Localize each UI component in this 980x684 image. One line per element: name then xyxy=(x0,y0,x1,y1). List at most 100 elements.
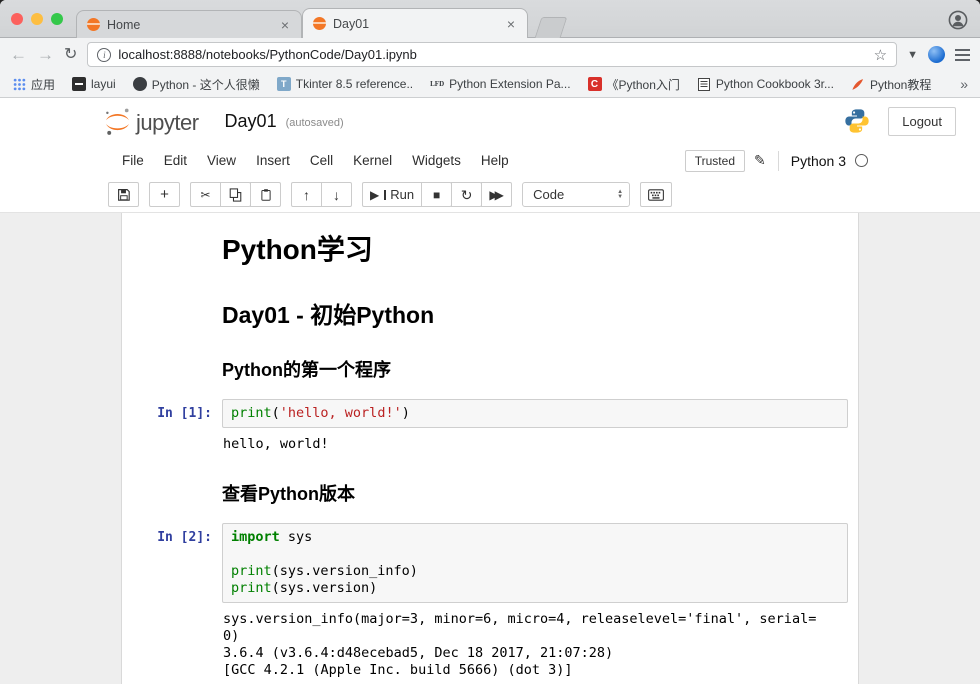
forward-icon[interactable]: → xyxy=(37,46,54,63)
bookmark-python-tutorial[interactable]: Python教程 xyxy=(851,76,931,93)
run-label: Run xyxy=(390,187,414,202)
minimize-window-button[interactable] xyxy=(31,13,43,25)
bookmark-layui[interactable]: layui xyxy=(72,77,116,91)
code-cell-2[interactable]: In [2]: import sys print(sys.version_inf… xyxy=(126,517,854,684)
menu-widgets[interactable]: Widgets xyxy=(402,153,471,168)
cell-type-select[interactable]: Code ▲▼ xyxy=(522,182,630,207)
code-line: print('hello, world!') xyxy=(231,405,839,422)
menu-edit[interactable]: Edit xyxy=(154,153,197,168)
code-token: print xyxy=(231,563,272,579)
tk-favicon-icon: T xyxy=(277,77,291,91)
code-token: print xyxy=(231,580,272,596)
menu-help[interactable]: Help xyxy=(471,153,519,168)
add-cell-button[interactable]: + xyxy=(149,182,180,207)
move-cell-up-button[interactable]: ↑ xyxy=(291,182,322,207)
autosave-status: (autosaved) xyxy=(286,113,344,129)
zoom-window-button[interactable] xyxy=(51,13,63,25)
edit-title-pencil-icon[interactable]: ✎ xyxy=(754,152,766,169)
code-cell-1[interactable]: In [1]: print('hello, world!') hello, wo… xyxy=(126,393,854,465)
menu-insert[interactable]: Insert xyxy=(246,153,300,168)
tab-close-icon[interactable]: × xyxy=(279,18,291,32)
browser-menu-icon[interactable] xyxy=(955,47,970,63)
code-token: import xyxy=(231,529,280,545)
logout-button[interactable]: Logout xyxy=(888,107,956,136)
code-token: sys xyxy=(280,529,313,545)
notebook-container: Python学习 Day01 - 初始Python Python的第一个程序 I… xyxy=(121,213,859,684)
interrupt-kernel-button[interactable]: ■ xyxy=(421,182,452,207)
bookmark-python-extension[interactable]: LFD Python Extension Pa... xyxy=(430,77,570,91)
tab-label: Home xyxy=(107,18,272,32)
code-line xyxy=(231,546,839,563)
new-tab-button[interactable] xyxy=(535,17,568,38)
downloads-arrow-icon[interactable]: ▼ xyxy=(907,49,918,61)
heading-first-program: Python的第一个程序 xyxy=(222,359,848,381)
bookmark-label: 应用 xyxy=(31,76,55,93)
move-cell-down-button[interactable]: ↓ xyxy=(321,182,352,207)
menu-kernel[interactable]: Kernel xyxy=(343,153,402,168)
code-token: (sys.version) xyxy=(272,580,378,596)
heading-python-study: Python学习 xyxy=(222,233,848,267)
page-info-icon[interactable]: i xyxy=(97,48,111,62)
back-icon[interactable]: ← xyxy=(10,46,27,63)
cell-prompt xyxy=(132,225,222,277)
notebook-scroll-area[interactable]: Python学习 Day01 - 初始Python Python的第一个程序 I… xyxy=(0,213,980,684)
python-logo-icon xyxy=(844,108,870,134)
bookmarks-overflow-icon[interactable]: » xyxy=(960,76,968,92)
bird-favicon-icon xyxy=(133,77,147,91)
plus-icon: + xyxy=(160,187,169,202)
trusted-badge[interactable]: Trusted xyxy=(685,150,745,172)
code-line: print(sys.version) xyxy=(231,580,839,597)
jupyter-logo[interactable]: jupyter xyxy=(104,107,199,136)
save-button[interactable] xyxy=(108,182,139,207)
restart-kernel-button[interactable]: ↻ xyxy=(451,182,482,207)
tab-home[interactable]: Home × xyxy=(76,10,302,38)
input-prompt: In [1]: xyxy=(132,399,222,459)
tab-day01[interactable]: Day01 × xyxy=(302,8,528,38)
reload-icon[interactable]: ↻ xyxy=(64,47,77,63)
copy-icon xyxy=(229,188,242,202)
command-palette-button[interactable] xyxy=(640,182,672,207)
bookmark-apps[interactable]: 应用 xyxy=(12,76,55,93)
heading-check-version: 查看Python版本 xyxy=(222,483,848,505)
bookmark-tkinter[interactable]: T Tkinter 8.5 reference.. xyxy=(277,77,413,91)
run-button[interactable]: ▶ Run xyxy=(362,182,422,207)
apps-grid-icon xyxy=(12,77,26,91)
heading-day01: Day01 - 初始Python xyxy=(222,301,848,329)
bookmark-cookbook[interactable]: Python Cookbook 3r... xyxy=(697,77,834,91)
quill-favicon-icon xyxy=(851,77,865,91)
menu-file[interactable]: File xyxy=(112,153,154,168)
cut-cell-button[interactable]: ✂ xyxy=(190,182,221,207)
run-icon: ▶ xyxy=(370,189,379,201)
markdown-cell-h2[interactable]: Day01 - 初始Python xyxy=(126,283,854,341)
arrow-down-icon: ↓ xyxy=(333,188,340,202)
lfd-favicon-icon: LFD xyxy=(430,77,444,91)
notebook-title[interactable]: Day01 xyxy=(225,111,277,132)
copy-cell-button[interactable] xyxy=(220,182,251,207)
restart-run-all-button[interactable]: ▶▶ xyxy=(481,182,512,207)
address-bar[interactable]: i localhost:8888/notebooks/PythonCode/Da… xyxy=(87,42,897,67)
close-window-button[interactable] xyxy=(11,13,23,25)
markdown-cell-h1[interactable]: Python学习 xyxy=(126,219,854,283)
menu-cell[interactable]: Cell xyxy=(300,153,343,168)
cell-output: hello, world! xyxy=(222,428,848,459)
markdown-cell-h3-first-program[interactable]: Python的第一个程序 xyxy=(126,341,854,393)
tab-close-icon[interactable]: × xyxy=(505,17,517,31)
profile-avatar[interactable] xyxy=(948,10,968,30)
paste-cell-button[interactable] xyxy=(250,182,281,207)
bookmark-label: layui xyxy=(91,77,116,91)
markdown-cell-h3-version[interactable]: 查看Python版本 xyxy=(126,465,854,517)
jupyter-toolbar: + ✂ ↑ ↓ ▶ Run xyxy=(0,177,980,213)
menu-view[interactable]: View xyxy=(197,153,246,168)
extension-icon[interactable] xyxy=(928,46,945,63)
bookmark-label: Python教程 xyxy=(870,76,931,93)
code-token: ( xyxy=(272,405,280,421)
bookmark-python-blog[interactable]: Python - 这个人很懒 xyxy=(133,76,260,93)
code-input[interactable]: import sys print(sys.version_info) print… xyxy=(222,523,848,603)
url-text[interactable]: localhost:8888/notebooks/PythonCode/Day0… xyxy=(118,47,866,62)
bookmark-label: 《Python入门 xyxy=(607,76,680,93)
bookmark-python-rumen[interactable]: C 《Python入门 xyxy=(588,76,680,93)
person-icon xyxy=(948,10,968,30)
code-token: (sys.version_info) xyxy=(272,563,418,579)
bookmark-star-icon[interactable]: ☆ xyxy=(874,46,887,64)
code-input[interactable]: print('hello, world!') xyxy=(222,399,848,428)
